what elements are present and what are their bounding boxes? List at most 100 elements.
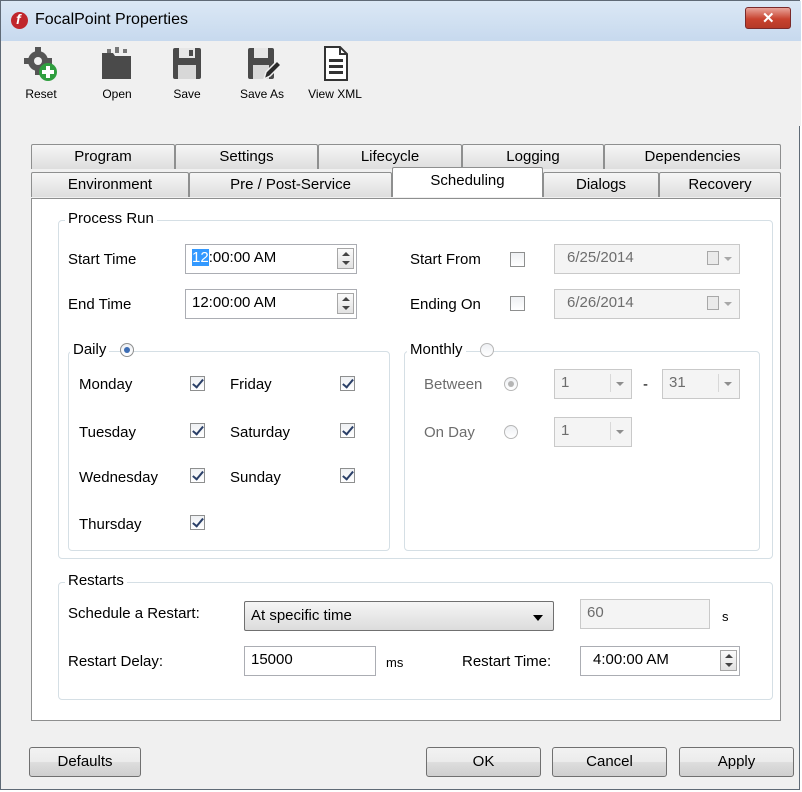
schedule-restart-value: At specific time xyxy=(251,607,352,624)
daily-title: Daily xyxy=(70,341,110,358)
open-label: Open xyxy=(102,87,132,101)
on-day-radio[interactable] xyxy=(504,425,518,439)
tab-recovery[interactable]: Recovery xyxy=(659,172,781,197)
tab-dependencies[interactable]: Dependencies xyxy=(604,144,781,169)
save-as-button[interactable]: Save As xyxy=(237,45,287,101)
combo-separator xyxy=(718,374,719,392)
tuesday-label: Tuesday xyxy=(79,424,136,441)
saturday-checkbox[interactable] xyxy=(340,423,355,438)
calendar-icon xyxy=(707,251,719,265)
combo-separator xyxy=(610,374,611,392)
focalpoint-logo-icon xyxy=(11,11,28,29)
start-time-label: Start Time xyxy=(68,251,137,268)
wednesday-checkbox[interactable] xyxy=(190,468,205,483)
floppy-disk-icon xyxy=(173,48,201,79)
apply-button[interactable]: Apply xyxy=(679,747,794,777)
friday-label: Friday xyxy=(230,376,272,393)
between-label: Between xyxy=(424,376,483,393)
chevron-down-icon xyxy=(616,430,624,434)
ms-unit-label: ms xyxy=(386,655,404,670)
restart-delay-value: 15000 xyxy=(251,651,293,668)
monthly-title: Monthly xyxy=(407,341,466,358)
between-from-combo[interactable]: 1 xyxy=(554,369,632,399)
friday-checkbox[interactable] xyxy=(340,376,355,391)
between-to-value: 31 xyxy=(669,374,686,391)
properties-window: FocalPoint Properties ✕ Reset Open xyxy=(0,0,801,790)
start-from-date-picker[interactable]: 6/25/2014 xyxy=(554,244,740,274)
start-from-date: 6/25/2014 xyxy=(567,249,634,266)
open-button[interactable]: Open xyxy=(97,45,137,101)
tab-environment[interactable]: Environment xyxy=(31,172,189,197)
start-time-hour-selection: 12 xyxy=(192,249,209,266)
seconds-unit-label: s xyxy=(722,609,729,624)
monday-checkbox[interactable] xyxy=(190,376,205,391)
end-time-field[interactable]: 12:00:00 AM xyxy=(185,289,357,319)
tab-settings[interactable]: Settings xyxy=(175,144,318,169)
between-to-combo[interactable]: 31 xyxy=(662,369,740,399)
between-dash: - xyxy=(643,376,648,393)
start-from-checkbox[interactable] xyxy=(510,252,525,267)
restart-delay-field[interactable]: 15000 xyxy=(244,646,376,676)
restarts-title: Restarts xyxy=(65,572,127,589)
tab-scheduling[interactable]: Scheduling xyxy=(392,167,543,197)
toolbar: Reset Open Save Save As View XML xyxy=(11,41,801,126)
sunday-label: Sunday xyxy=(230,469,281,486)
close-button[interactable]: ✕ xyxy=(745,7,791,29)
sunday-checkbox[interactable] xyxy=(340,468,355,483)
save-as-label: Save As xyxy=(239,87,285,101)
ending-on-checkbox[interactable] xyxy=(510,296,525,311)
saturday-label: Saturday xyxy=(230,424,291,441)
ok-button[interactable]: OK xyxy=(426,747,541,777)
tuesday-checkbox[interactable] xyxy=(190,423,205,438)
monthly-radio[interactable] xyxy=(480,343,494,357)
chevron-down-icon xyxy=(616,382,624,386)
reset-button[interactable]: Reset xyxy=(19,45,63,101)
schedule-restart-label: Schedule a Restart: xyxy=(68,605,200,622)
save-button[interactable]: Save xyxy=(169,45,205,101)
defaults-button[interactable]: Defaults xyxy=(29,747,141,777)
ending-on-date: 6/26/2014 xyxy=(567,294,634,311)
monday-label: Monday xyxy=(79,376,133,393)
chevron-down-icon xyxy=(724,302,732,306)
calendar-icon xyxy=(707,296,719,310)
wednesday-label: Wednesday xyxy=(79,469,158,486)
document-icon xyxy=(324,46,348,81)
chevron-down-icon xyxy=(724,257,732,261)
tab-program[interactable]: Program xyxy=(31,144,175,169)
combo-separator xyxy=(610,422,611,440)
start-from-label: Start From xyxy=(410,251,481,268)
restart-seconds-field[interactable]: 60 xyxy=(580,599,710,629)
gear-add-icon xyxy=(24,47,57,81)
start-time-field[interactable]: 12:00:00 AM xyxy=(185,244,357,274)
between-from-value: 1 xyxy=(561,374,570,391)
tab-logging[interactable]: Logging xyxy=(462,144,604,169)
floppy-pencil-icon xyxy=(248,48,280,81)
chevron-down-icon xyxy=(724,382,732,386)
view-xml-button[interactable]: View XML xyxy=(307,45,363,101)
restart-time-label: Restart Time: xyxy=(462,653,552,670)
title-bar[interactable]: FocalPoint Properties ✕ xyxy=(1,1,801,41)
tab-pre-post-service[interactable]: Pre / Post-Service xyxy=(189,172,392,197)
schedule-restart-dropdown[interactable]: At specific time xyxy=(244,601,554,631)
thursday-label: Thursday xyxy=(79,516,142,533)
restart-seconds-value: 60 xyxy=(587,604,604,621)
tab-dialogs[interactable]: Dialogs xyxy=(543,172,659,197)
ending-on-date-picker[interactable]: 6/26/2014 xyxy=(554,289,740,319)
between-radio[interactable] xyxy=(504,377,518,391)
restart-time-value: 4:00:00 AM xyxy=(593,651,669,668)
restart-time-field[interactable]: 4:00:00 AM xyxy=(580,646,740,676)
start-time-rest: :00:00 AM xyxy=(208,249,277,266)
on-day-combo[interactable]: 1 xyxy=(554,417,632,447)
cancel-button[interactable]: Cancel xyxy=(552,747,667,777)
start-time-spinner[interactable] xyxy=(337,248,354,269)
scheduling-panel: Process Run Start Time 12:00:00 AM End T… xyxy=(31,198,781,721)
window-title: FocalPoint Properties xyxy=(35,11,188,28)
folder-open-icon xyxy=(102,47,131,79)
thursday-checkbox[interactable] xyxy=(190,515,205,530)
tab-lifecycle[interactable]: Lifecycle xyxy=(318,144,462,169)
end-time-spinner[interactable] xyxy=(337,293,354,314)
restart-time-spinner[interactable] xyxy=(720,650,737,671)
on-day-value: 1 xyxy=(561,422,570,439)
daily-radio[interactable] xyxy=(120,343,134,357)
on-day-label: On Day xyxy=(424,424,475,441)
